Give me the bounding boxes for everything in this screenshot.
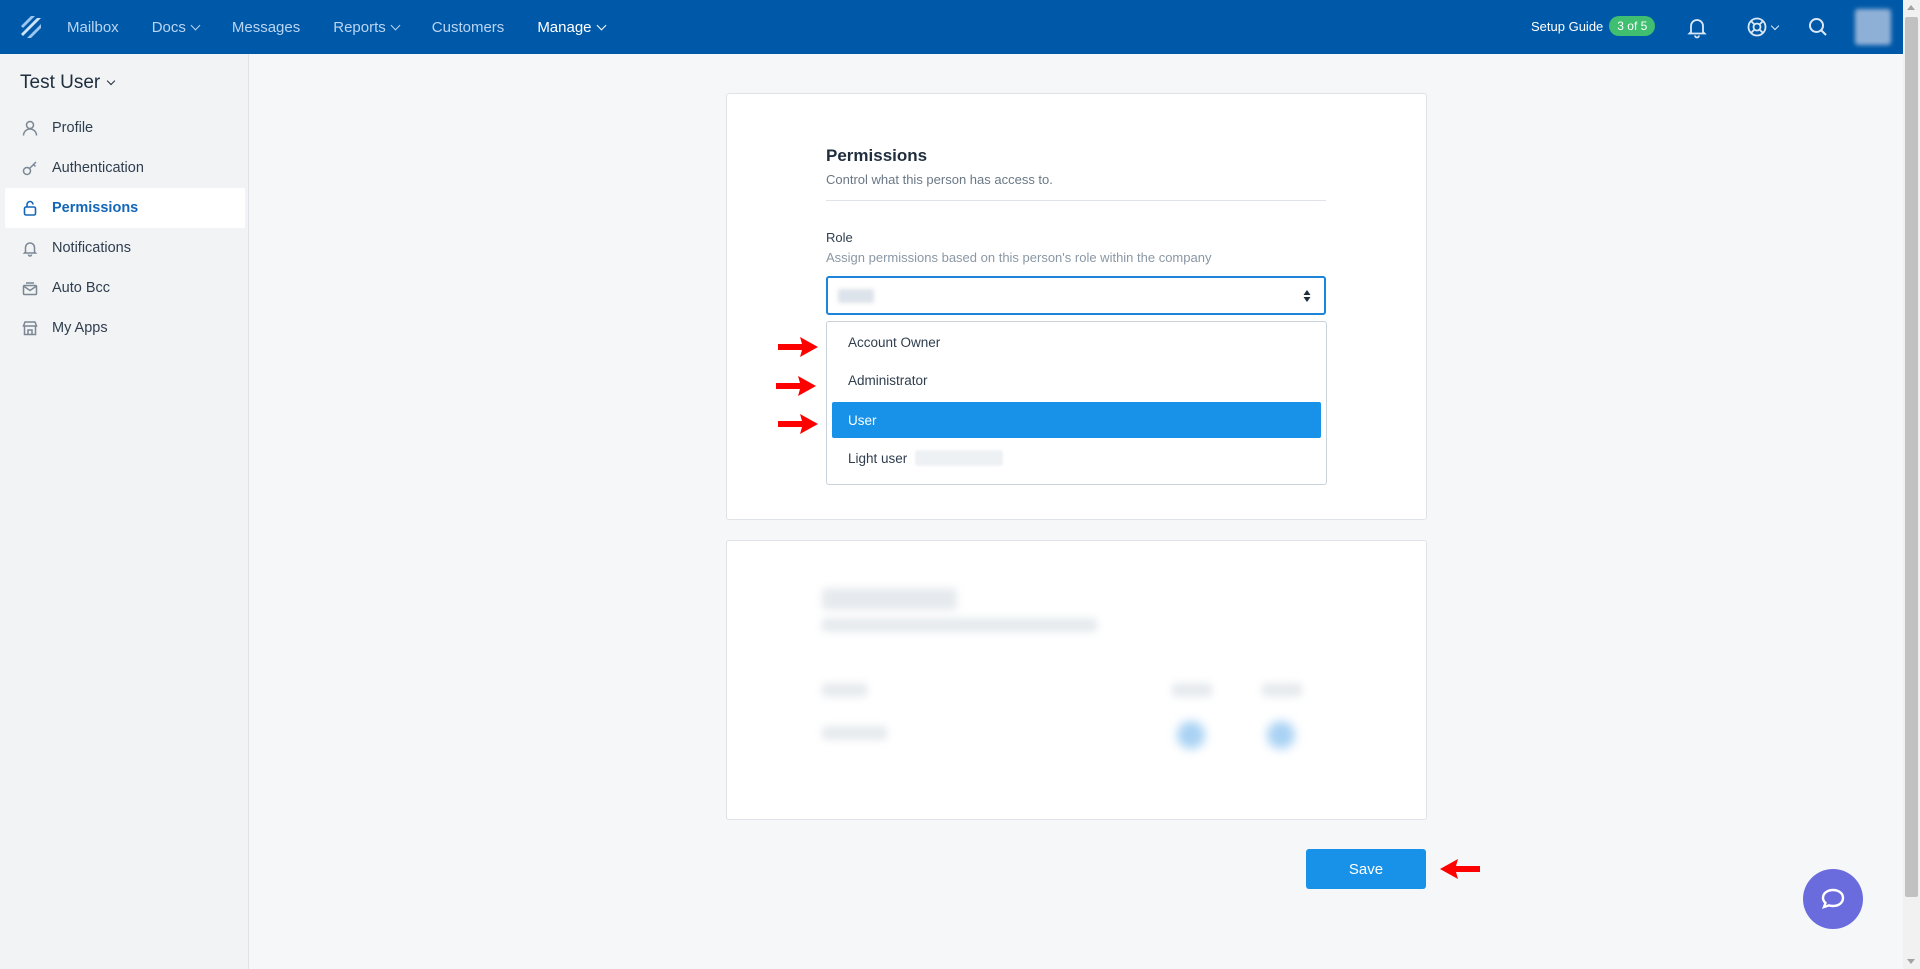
nav-reports-label: Reports xyxy=(333,18,386,36)
scroll-down-icon[interactable] xyxy=(1907,959,1915,964)
role-option-account-owner[interactable]: Account Owner xyxy=(832,324,1321,360)
scroll-up-icon[interactable] xyxy=(1907,5,1915,10)
search-icon[interactable] xyxy=(1806,15,1830,39)
nav-mailbox-label: Mailbox xyxy=(67,18,119,36)
mail-stack-icon xyxy=(22,282,38,296)
sidebar-item-label: Permissions xyxy=(52,200,139,216)
sidebar-item-label: My Apps xyxy=(52,320,108,336)
sidebar-item-auto-bcc[interactable]: Auto Bcc xyxy=(5,268,245,308)
key-icon xyxy=(22,161,37,176)
setup-progress-badge: 3 of 5 xyxy=(1609,16,1656,36)
role-select[interactable] xyxy=(826,276,1326,315)
sidebar-item-permissions[interactable]: Permissions xyxy=(5,188,245,228)
annotation-arrow-icon xyxy=(776,376,816,396)
main-menu: Mailbox Docs Messages Reports Customers … xyxy=(67,0,638,54)
helpscout-logo-icon[interactable] xyxy=(19,14,43,40)
role-option-label: Administrator xyxy=(848,372,928,388)
sidebar-item-label: Auto Bcc xyxy=(52,280,111,296)
scrollbar-thumb[interactable] xyxy=(1905,17,1918,897)
role-help-text: Assign permissions based on this person'… xyxy=(826,250,1212,265)
nav-docs-label: Docs xyxy=(151,18,186,36)
redacted-checkbox xyxy=(1177,721,1205,749)
sidebar-item-authentication[interactable]: Authentication xyxy=(5,148,245,188)
chevron-down-icon xyxy=(1770,21,1780,31)
chat-bubble-icon xyxy=(1821,888,1845,909)
avatar[interactable] xyxy=(1855,9,1891,45)
nav-messages[interactable]: Messages xyxy=(232,19,300,36)
select-arrows-icon xyxy=(1303,290,1311,302)
help-beacon-button[interactable] xyxy=(1803,869,1863,929)
chevron-down-icon xyxy=(190,20,201,30)
store-icon xyxy=(22,321,38,336)
annotation-arrow-icon xyxy=(778,337,818,357)
setup-guide[interactable]: Setup Guide 3 of 5 xyxy=(1531,16,1656,36)
user-name-label: Test User xyxy=(20,72,101,93)
nav-manage[interactable]: Manage xyxy=(537,18,606,36)
page-scrollbar[interactable] xyxy=(1903,0,1920,969)
page-title: Permissions xyxy=(826,146,928,165)
nav-docs[interactable]: Docs xyxy=(151,18,201,36)
role-select-value-redacted xyxy=(838,289,874,303)
annotation-arrow-icon xyxy=(1440,859,1480,879)
nav-customers-label: Customers xyxy=(431,18,505,36)
redacted-tag xyxy=(915,450,1004,466)
redacted-text xyxy=(1262,683,1302,697)
chevron-down-icon xyxy=(107,76,116,86)
settings-sidebar: Test User Profile Authentication Permiss… xyxy=(0,54,249,969)
role-label: Role xyxy=(826,230,853,245)
sidebar-item-notifications[interactable]: Notifications xyxy=(5,228,245,268)
redacted-heading xyxy=(822,588,957,610)
page-subtitle: Control what this person has access to. xyxy=(826,172,1053,187)
role-dropdown-list: Account Owner Administrator User Light u… xyxy=(826,321,1327,485)
role-option-light-user[interactable]: Light user xyxy=(832,440,1321,476)
blurred-settings-card xyxy=(726,540,1427,820)
divider xyxy=(826,200,1326,201)
nav-customers[interactable]: Customers xyxy=(432,19,505,36)
redacted-text xyxy=(1172,683,1212,697)
nav-manage-label: Manage xyxy=(537,18,592,36)
annotation-arrow-icon xyxy=(778,414,818,434)
sidebar-item-label: Notifications xyxy=(52,240,131,256)
role-option-user[interactable]: User xyxy=(832,402,1321,438)
lock-icon xyxy=(23,200,37,216)
redacted-text xyxy=(822,726,887,740)
sidebar-item-label: Profile xyxy=(52,120,94,136)
nav-mailbox[interactable]: Mailbox xyxy=(67,19,119,36)
help-lifebuoy-icon[interactable] xyxy=(1745,15,1769,39)
chevron-down-icon xyxy=(596,20,606,30)
role-option-label: Account Owner xyxy=(848,334,941,350)
user-icon xyxy=(22,120,38,136)
user-switcher[interactable]: Test User xyxy=(20,72,116,94)
setup-guide-label: Setup Guide xyxy=(1531,18,1604,34)
top-navigation-bar: Mailbox Docs Messages Reports Customers … xyxy=(0,0,1903,54)
redacted-text xyxy=(822,683,867,697)
nav-messages-label: Messages xyxy=(231,18,301,36)
role-option-label: User xyxy=(848,412,877,428)
bell-icon[interactable] xyxy=(1685,15,1709,39)
sidebar-item-label: Authentication xyxy=(52,160,144,176)
save-button[interactable]: Save xyxy=(1306,849,1426,889)
redacted-text xyxy=(822,618,1097,632)
chevron-down-icon xyxy=(390,20,401,30)
bell-icon xyxy=(22,242,38,257)
sidebar-item-my-apps[interactable]: My Apps xyxy=(5,308,245,348)
nav-reports[interactable]: Reports xyxy=(333,18,401,36)
redacted-checkbox xyxy=(1267,721,1295,749)
role-option-administrator[interactable]: Administrator xyxy=(832,362,1321,398)
sidebar-item-profile[interactable]: Profile xyxy=(5,108,245,148)
role-option-label: Light user xyxy=(848,450,908,466)
